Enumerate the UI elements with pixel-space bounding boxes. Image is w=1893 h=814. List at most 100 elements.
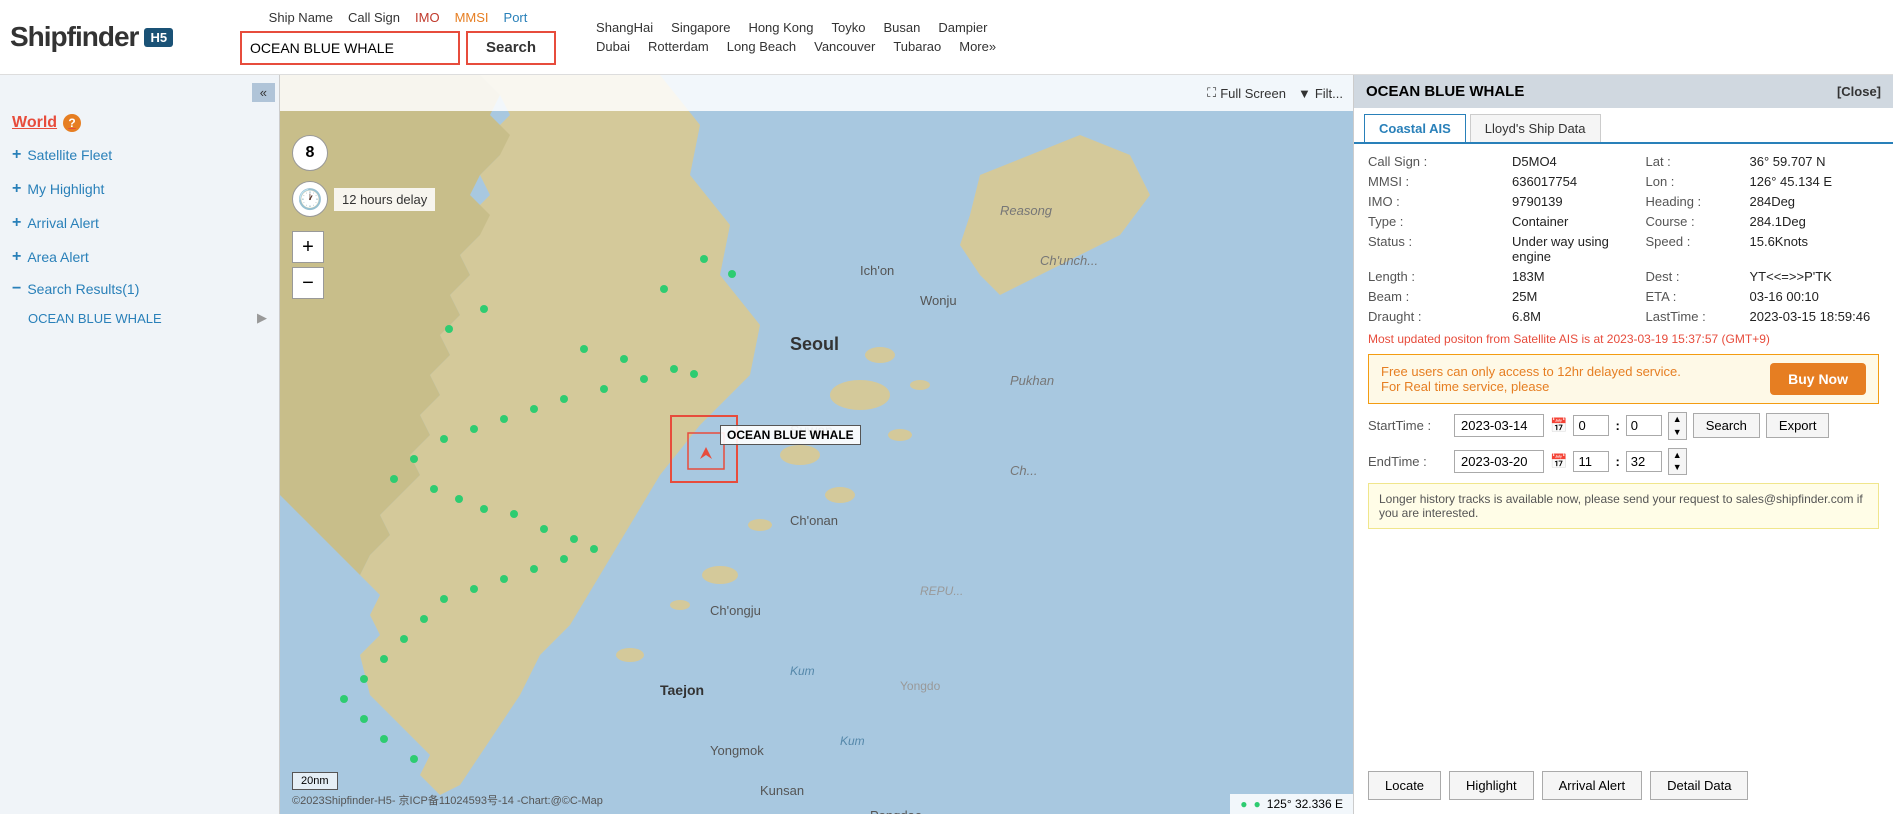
- start-time-min-input[interactable]: [1626, 415, 1662, 436]
- ship-dot[interactable]: [660, 285, 668, 293]
- ship-dot[interactable]: [390, 475, 398, 483]
- ship-dot[interactable]: [360, 715, 368, 723]
- port-dampier[interactable]: Dampier: [938, 20, 987, 35]
- tab-mmsi[interactable]: MMSI: [455, 10, 489, 25]
- fullscreen-button[interactable]: ⛶ Full Screen: [1207, 85, 1286, 101]
- ship-dot[interactable]: [600, 385, 608, 393]
- port-toyko[interactable]: Toyko: [832, 20, 866, 35]
- port-singapore[interactable]: Singapore: [671, 20, 730, 35]
- start-time-date-input[interactable]: [1454, 414, 1544, 437]
- port-shanghai[interactable]: ShangHai: [596, 20, 653, 35]
- ship-dot[interactable]: [530, 405, 538, 413]
- port-vancouver[interactable]: Vancouver: [814, 39, 875, 54]
- highlight-button[interactable]: Highlight: [1449, 771, 1534, 800]
- port-more[interactable]: More»: [959, 39, 996, 54]
- arrival-alert-button[interactable]: Arrival Alert: [1542, 771, 1642, 800]
- port-hongkong[interactable]: Hong Kong: [748, 20, 813, 35]
- tab-lloyds[interactable]: Lloyd's Ship Data: [1470, 114, 1601, 142]
- ship-dot[interactable]: [380, 735, 388, 743]
- zoom-out-button[interactable]: −: [292, 267, 324, 299]
- stepper-down[interactable]: ▼: [1669, 426, 1686, 439]
- end-time-hour-input[interactable]: [1573, 451, 1609, 472]
- ship-dot[interactable]: [400, 635, 408, 643]
- ship-dot[interactable]: [560, 395, 568, 403]
- course-label: Course :: [1646, 214, 1746, 229]
- port-longbeach[interactable]: Long Beach: [727, 39, 796, 54]
- ship-dot[interactable]: [455, 495, 463, 503]
- ship-dot[interactable]: [728, 270, 736, 278]
- world-help-icon[interactable]: ?: [63, 114, 81, 132]
- ship-dot[interactable]: [670, 365, 678, 373]
- ship-dot[interactable]: [700, 255, 708, 263]
- ship-dot[interactable]: [440, 595, 448, 603]
- ship-dot[interactable]: [540, 525, 548, 533]
- filter-button[interactable]: ▼ Filt...: [1298, 86, 1343, 101]
- ship-dot[interactable]: [640, 375, 648, 383]
- end-time-date-input[interactable]: [1454, 450, 1544, 473]
- zoom-in-button[interactable]: +: [292, 231, 324, 263]
- tab-imo[interactable]: IMO: [415, 10, 440, 25]
- end-time-min-input[interactable]: [1626, 451, 1662, 472]
- ship-dot[interactable]: [410, 455, 418, 463]
- search-input[interactable]: [240, 31, 460, 65]
- detail-data-button[interactable]: Detail Data: [1650, 771, 1748, 800]
- ship-dot[interactable]: [500, 575, 508, 583]
- port-busan[interactable]: Busan: [883, 20, 920, 35]
- tab-ship-name[interactable]: Ship Name: [269, 10, 333, 25]
- svg-text:REPU...: REPU...: [920, 584, 963, 598]
- ship-dot[interactable]: [530, 565, 538, 573]
- port-dubai[interactable]: Dubai: [596, 39, 630, 54]
- sidebar-item-search-results[interactable]: − Search Results(1): [0, 274, 279, 304]
- ship-dot[interactable]: [440, 435, 448, 443]
- svg-text:Suwon: Suwon: [790, 422, 833, 438]
- stepper-up-2[interactable]: ▲: [1669, 449, 1686, 462]
- start-time-hour-input[interactable]: [1573, 415, 1609, 436]
- calendar-icon[interactable]: 📅: [1550, 417, 1567, 434]
- panel-search-button[interactable]: Search: [1693, 413, 1760, 438]
- ship-dot[interactable]: [590, 545, 598, 553]
- ship-dot[interactable]: [340, 695, 348, 703]
- ship-dot[interactable]: [360, 675, 368, 683]
- start-time-stepper[interactable]: ▲ ▼: [1668, 412, 1687, 440]
- sidebar-item-area-alert[interactable]: + Area Alert: [0, 240, 279, 274]
- ship-dot[interactable]: [430, 485, 438, 493]
- sidebar-ship-result-item[interactable]: OCEAN BLUE WHALE ▶: [0, 304, 279, 332]
- ship-dot[interactable]: [480, 305, 488, 313]
- ship-dot[interactable]: [580, 345, 588, 353]
- upgrade-text: Free users can only access to 12hr delay…: [1381, 364, 1681, 394]
- ship-dot[interactable]: [500, 415, 508, 423]
- ship-dot[interactable]: [620, 355, 628, 363]
- buy-now-button[interactable]: Buy Now: [1770, 363, 1866, 395]
- tab-call-sign[interactable]: Call Sign: [348, 10, 400, 25]
- locate-button[interactable]: Locate: [1368, 771, 1441, 800]
- end-time-stepper[interactable]: ▲ ▼: [1668, 448, 1687, 476]
- ship-dot[interactable]: [380, 655, 388, 663]
- map-container[interactable]: Seoul Suwon Ich'on Wonju Ch'onan Ch'ongj…: [280, 75, 1353, 814]
- ship-dot[interactable]: [470, 585, 478, 593]
- port-rotterdam[interactable]: Rotterdam: [648, 39, 709, 54]
- ship-dot[interactable]: [420, 615, 428, 623]
- ship-dot[interactable]: [570, 535, 578, 543]
- sidebar-item-satellite-fleet[interactable]: + Satellite Fleet: [0, 138, 279, 172]
- ship-dot[interactable]: [510, 510, 518, 518]
- port-row-1: ShangHai Singapore Hong Kong Toyko Busan…: [596, 20, 996, 35]
- ship-dot[interactable]: [690, 370, 698, 378]
- tab-port[interactable]: Port: [504, 10, 528, 25]
- panel-export-button[interactable]: Export: [1766, 413, 1830, 438]
- port-tubarao[interactable]: Tubarao: [893, 39, 941, 54]
- search-button[interactable]: Search: [466, 31, 556, 65]
- sidebar-world-link[interactable]: World ?: [0, 108, 279, 138]
- sidebar-collapse-button[interactable]: «: [252, 83, 275, 102]
- tab-coastal-ais[interactable]: Coastal AIS: [1364, 114, 1466, 142]
- stepper-down-2[interactable]: ▼: [1669, 461, 1686, 474]
- ship-dot[interactable]: [470, 425, 478, 433]
- panel-close-button[interactable]: [Close]: [1837, 84, 1881, 99]
- sidebar-item-arrival-alert[interactable]: + Arrival Alert: [0, 206, 279, 240]
- calendar-icon-2[interactable]: 📅: [1550, 453, 1567, 470]
- ship-dot[interactable]: [480, 505, 488, 513]
- stepper-up[interactable]: ▲: [1669, 413, 1686, 426]
- ship-dot[interactable]: [560, 555, 568, 563]
- ship-dot[interactable]: [445, 325, 453, 333]
- sidebar-item-my-highlight[interactable]: + My Highlight: [0, 172, 279, 206]
- ship-dot[interactable]: [410, 755, 418, 763]
